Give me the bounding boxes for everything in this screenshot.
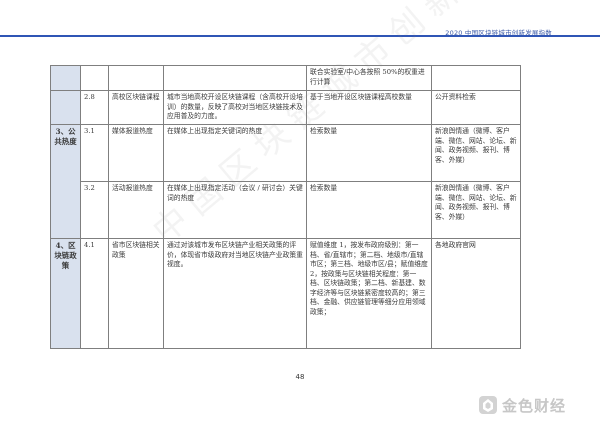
name-cell xyxy=(108,65,164,91)
category-cell xyxy=(50,90,81,125)
measure-cell: 基于当地开设区块链课程高校数量 xyxy=(306,90,432,125)
source-cell: 新浪舆情通（微博、客户端、微信、网站、论坛、新闻、政务视频、报刊、博客、外媒） xyxy=(431,181,521,239)
table-row: 联合实验室/中心各按照 50%的权重进行计算 xyxy=(50,65,521,91)
brand-watermark: 金色财经 xyxy=(478,394,566,416)
source-cell xyxy=(431,65,521,91)
source-cell: 公开资料检索 xyxy=(431,90,521,125)
header-rule xyxy=(0,35,600,37)
number-cell: 4.1 xyxy=(80,238,109,349)
indicator-table: 联合实验室/中心各按照 50%的权重进行计算 2.8 高校区块链课程 城市当地高… xyxy=(50,65,521,349)
name-cell: 高校区块链课程 xyxy=(108,90,164,125)
name-cell: 媒体报道热度 xyxy=(108,124,164,182)
category-cell: 4、区块链政策 xyxy=(50,238,81,349)
source-cell: 新浪舆情通（微博、客户端、微信、网站、论坛、新闻、政务视频、报刊、博客、外媒） xyxy=(431,124,521,182)
definition-cell: 在媒体上出现指定关键词的热度 xyxy=(163,124,307,182)
page-number: 48 xyxy=(295,373,305,381)
definition-cell: 通过对该城市发布区块链产业相关政策的评价，体现省市级政府对当地区块链产业政策重视… xyxy=(163,238,307,349)
measure-cell: 检索数量 xyxy=(306,181,432,239)
measure-cell: 联合实验室/中心各按照 50%的权重进行计算 xyxy=(306,65,432,91)
table-row: 4、区块链政策 4.1 省市区块链相关政策 通过对该城市发布区块链产业相关政策的… xyxy=(50,238,521,349)
table-row: 2.8 高校区块链课程 城市当地高校开设区块链课程（含高校开设培训）的数量，反映… xyxy=(50,90,521,125)
number-cell: 3.2 xyxy=(80,181,109,239)
number-cell xyxy=(80,65,109,91)
table-row: 3、公共热度 3.1 媒体报道热度 在媒体上出现指定关键词的热度 检索数量 新浪… xyxy=(50,124,521,239)
measure-cell: 赋值维度 1，按发布政府级别：第一档、省/直辖市；第二档、地级市/直辖市区；第三… xyxy=(306,238,432,349)
measure-cell: 检索数量 xyxy=(306,124,432,182)
category-cell xyxy=(50,65,81,91)
brand-logo-icon xyxy=(479,396,497,414)
page-header: 2020 中国区块链城市创新发展指数 xyxy=(0,0,600,37)
number-cell: 3.1 xyxy=(80,124,109,182)
source-cell: 各地政府官网 xyxy=(431,238,521,349)
definition-cell xyxy=(163,65,307,91)
category-cell: 3、公共热度 xyxy=(50,124,81,239)
definition-cell: 城市当地高校开设区块链课程（含高校开设培训）的数量，反映了高校对当地区块链技术及… xyxy=(163,90,307,125)
number-cell: 2.8 xyxy=(80,90,109,125)
brand-name: 金色财经 xyxy=(502,396,567,415)
name-cell: 省市区块链相关政策 xyxy=(108,238,164,349)
table-row: 3.2 活动报道热度 在媒体上出现指定活动（会议 / 研讨会）关键词的热度 检索… xyxy=(51,181,521,239)
definition-cell: 在媒体上出现指定活动（会议 / 研讨会）关键词的热度 xyxy=(163,181,307,239)
name-cell: 活动报道热度 xyxy=(108,181,164,239)
